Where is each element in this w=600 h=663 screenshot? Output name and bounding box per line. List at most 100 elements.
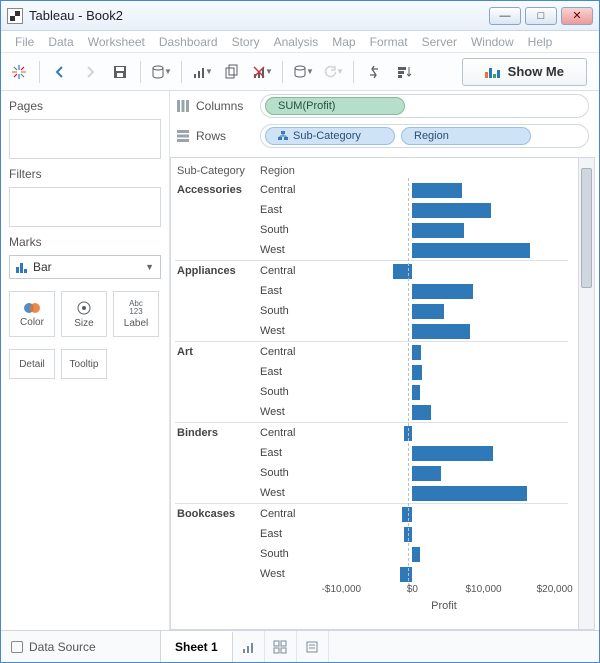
menu-story[interactable]: Story — [232, 35, 260, 49]
rows-shelf[interactable]: Sub-Category Region — [260, 124, 589, 148]
window-titlebar: Tableau - Book2 — □ ✕ — [1, 1, 599, 31]
marks-detail-label: Detail — [19, 359, 45, 370]
bar-cell — [320, 426, 568, 441]
pages-label: Pages — [9, 99, 161, 113]
cell-sub-category: Binders — [175, 427, 260, 439]
pages-shelf[interactable] — [9, 119, 161, 159]
cell-region: South — [260, 386, 320, 398]
pill-region[interactable]: Region — [401, 127, 531, 145]
marks-tooltip-button[interactable]: Tooltip — [61, 349, 107, 379]
filters-shelf[interactable] — [9, 187, 161, 227]
mark-type-dropdown[interactable]: Bar ▼ — [9, 255, 161, 279]
new-worksheet-button[interactable]: ▼ — [190, 58, 214, 86]
table-row: East — [175, 443, 568, 463]
tableau-logo-icon[interactable] — [7, 58, 31, 86]
refresh-button[interactable]: ▼ — [321, 58, 345, 86]
label-icon: Abc123 — [129, 300, 143, 316]
menu-map[interactable]: Map — [332, 35, 355, 49]
bar-mark[interactable] — [412, 466, 440, 481]
marks-color-button[interactable]: Color — [9, 291, 55, 337]
bar-mark[interactable] — [412, 547, 420, 562]
close-button[interactable]: ✕ — [561, 7, 593, 25]
cell-sub-category: Bookcases — [175, 508, 260, 520]
bar-mark[interactable] — [400, 567, 412, 582]
swap-button[interactable] — [362, 58, 386, 86]
pill-sum-profit[interactable]: SUM(Profit) — [265, 97, 405, 115]
rows-label: Rows — [196, 129, 226, 143]
marks-label: Marks — [9, 235, 161, 249]
window-title: Tableau - Book2 — [29, 8, 123, 23]
pill-sub-category[interactable]: Sub-Category — [265, 127, 395, 145]
auto-updates-button[interactable]: ▼ — [291, 58, 315, 86]
table-row: East — [175, 524, 568, 544]
bar-mark[interactable] — [412, 223, 463, 238]
bar-mark[interactable] — [412, 365, 422, 380]
bar-cell — [320, 486, 568, 501]
maximize-button[interactable]: □ — [525, 7, 557, 25]
bar-cell — [320, 547, 568, 562]
duplicate-sheet-button[interactable] — [220, 58, 244, 86]
menu-window[interactable]: Window — [471, 35, 514, 49]
bar-mark[interactable] — [412, 243, 529, 258]
bar-cell — [320, 507, 568, 522]
bar-cell — [320, 183, 568, 198]
bar-mark[interactable] — [412, 345, 421, 360]
bar-mark[interactable] — [412, 203, 490, 218]
columns-shelf[interactable]: SUM(Profit) — [260, 94, 589, 118]
clear-sheet-button[interactable]: ▼ — [250, 58, 274, 86]
vertical-scrollbar[interactable] — [578, 158, 594, 629]
toolbar: ▼ ▼ ▼ ▼ ▼ Show Me — [1, 53, 599, 91]
pill-sum-profit-label: SUM(Profit) — [278, 100, 335, 112]
menu-server[interactable]: Server — [422, 35, 457, 49]
scrollbar-thumb[interactable] — [581, 168, 592, 288]
show-me-button[interactable]: Show Me — [462, 58, 587, 86]
menu-format[interactable]: Format — [370, 35, 408, 49]
bar-mark[interactable] — [412, 304, 444, 319]
menu-data[interactable]: Data — [48, 35, 73, 49]
cell-region: West — [260, 568, 320, 580]
table-row: East — [175, 200, 568, 220]
new-dashboard-tab[interactable] — [265, 631, 297, 662]
cell-region: West — [260, 406, 320, 418]
bar-mark[interactable] — [412, 183, 462, 198]
sort-asc-button[interactable] — [392, 58, 416, 86]
show-me-icon — [485, 66, 500, 78]
connect-data-button[interactable]: ▼ — [149, 58, 173, 86]
cell-region: Central — [260, 265, 320, 277]
marks-detail-button[interactable]: Detail — [9, 349, 55, 379]
axis-tick: $0 — [407, 584, 418, 595]
data-source-tab[interactable]: Data Source — [1, 631, 161, 662]
marks-size-button[interactable]: Size — [61, 291, 107, 337]
save-button[interactable] — [108, 58, 132, 86]
axis-tick: $20,000 — [537, 584, 573, 595]
size-icon — [76, 300, 92, 316]
menu-worksheet[interactable]: Worksheet — [88, 35, 145, 49]
menu-file[interactable]: File — [15, 35, 34, 49]
bar-cell — [320, 324, 568, 339]
bar-mark[interactable] — [412, 284, 472, 299]
menu-help[interactable]: Help — [528, 35, 553, 49]
bar-mark[interactable] — [393, 264, 413, 279]
cell-region: East — [260, 285, 320, 297]
bar-cell — [320, 466, 568, 481]
bar-cell — [320, 264, 568, 279]
forward-button[interactable] — [78, 58, 102, 86]
new-worksheet-tab[interactable] — [233, 631, 265, 662]
minimize-button[interactable]: — — [489, 7, 521, 25]
menu-analysis[interactable]: Analysis — [274, 35, 319, 49]
new-story-tab[interactable] — [297, 631, 329, 662]
sheet-tab-1[interactable]: Sheet 1 — [161, 631, 233, 662]
side-panels: Pages Filters Marks Bar ▼ Color Size Abc… — [1, 91, 169, 630]
bar-mark[interactable] — [412, 446, 492, 461]
bar-cell — [320, 223, 568, 238]
table-row: East — [175, 281, 568, 301]
marks-label-button[interactable]: Abc123 Label — [113, 291, 159, 337]
bar-mark[interactable] — [412, 324, 470, 339]
rows-shelf-row: Rows Sub-Category Region — [170, 121, 599, 151]
table-row: East — [175, 362, 568, 382]
bar-mark[interactable] — [412, 385, 420, 400]
back-button[interactable] — [48, 58, 72, 86]
menu-dashboard[interactable]: Dashboard — [159, 35, 218, 49]
bar-mark[interactable] — [412, 486, 526, 501]
bar-mark[interactable] — [412, 405, 430, 420]
